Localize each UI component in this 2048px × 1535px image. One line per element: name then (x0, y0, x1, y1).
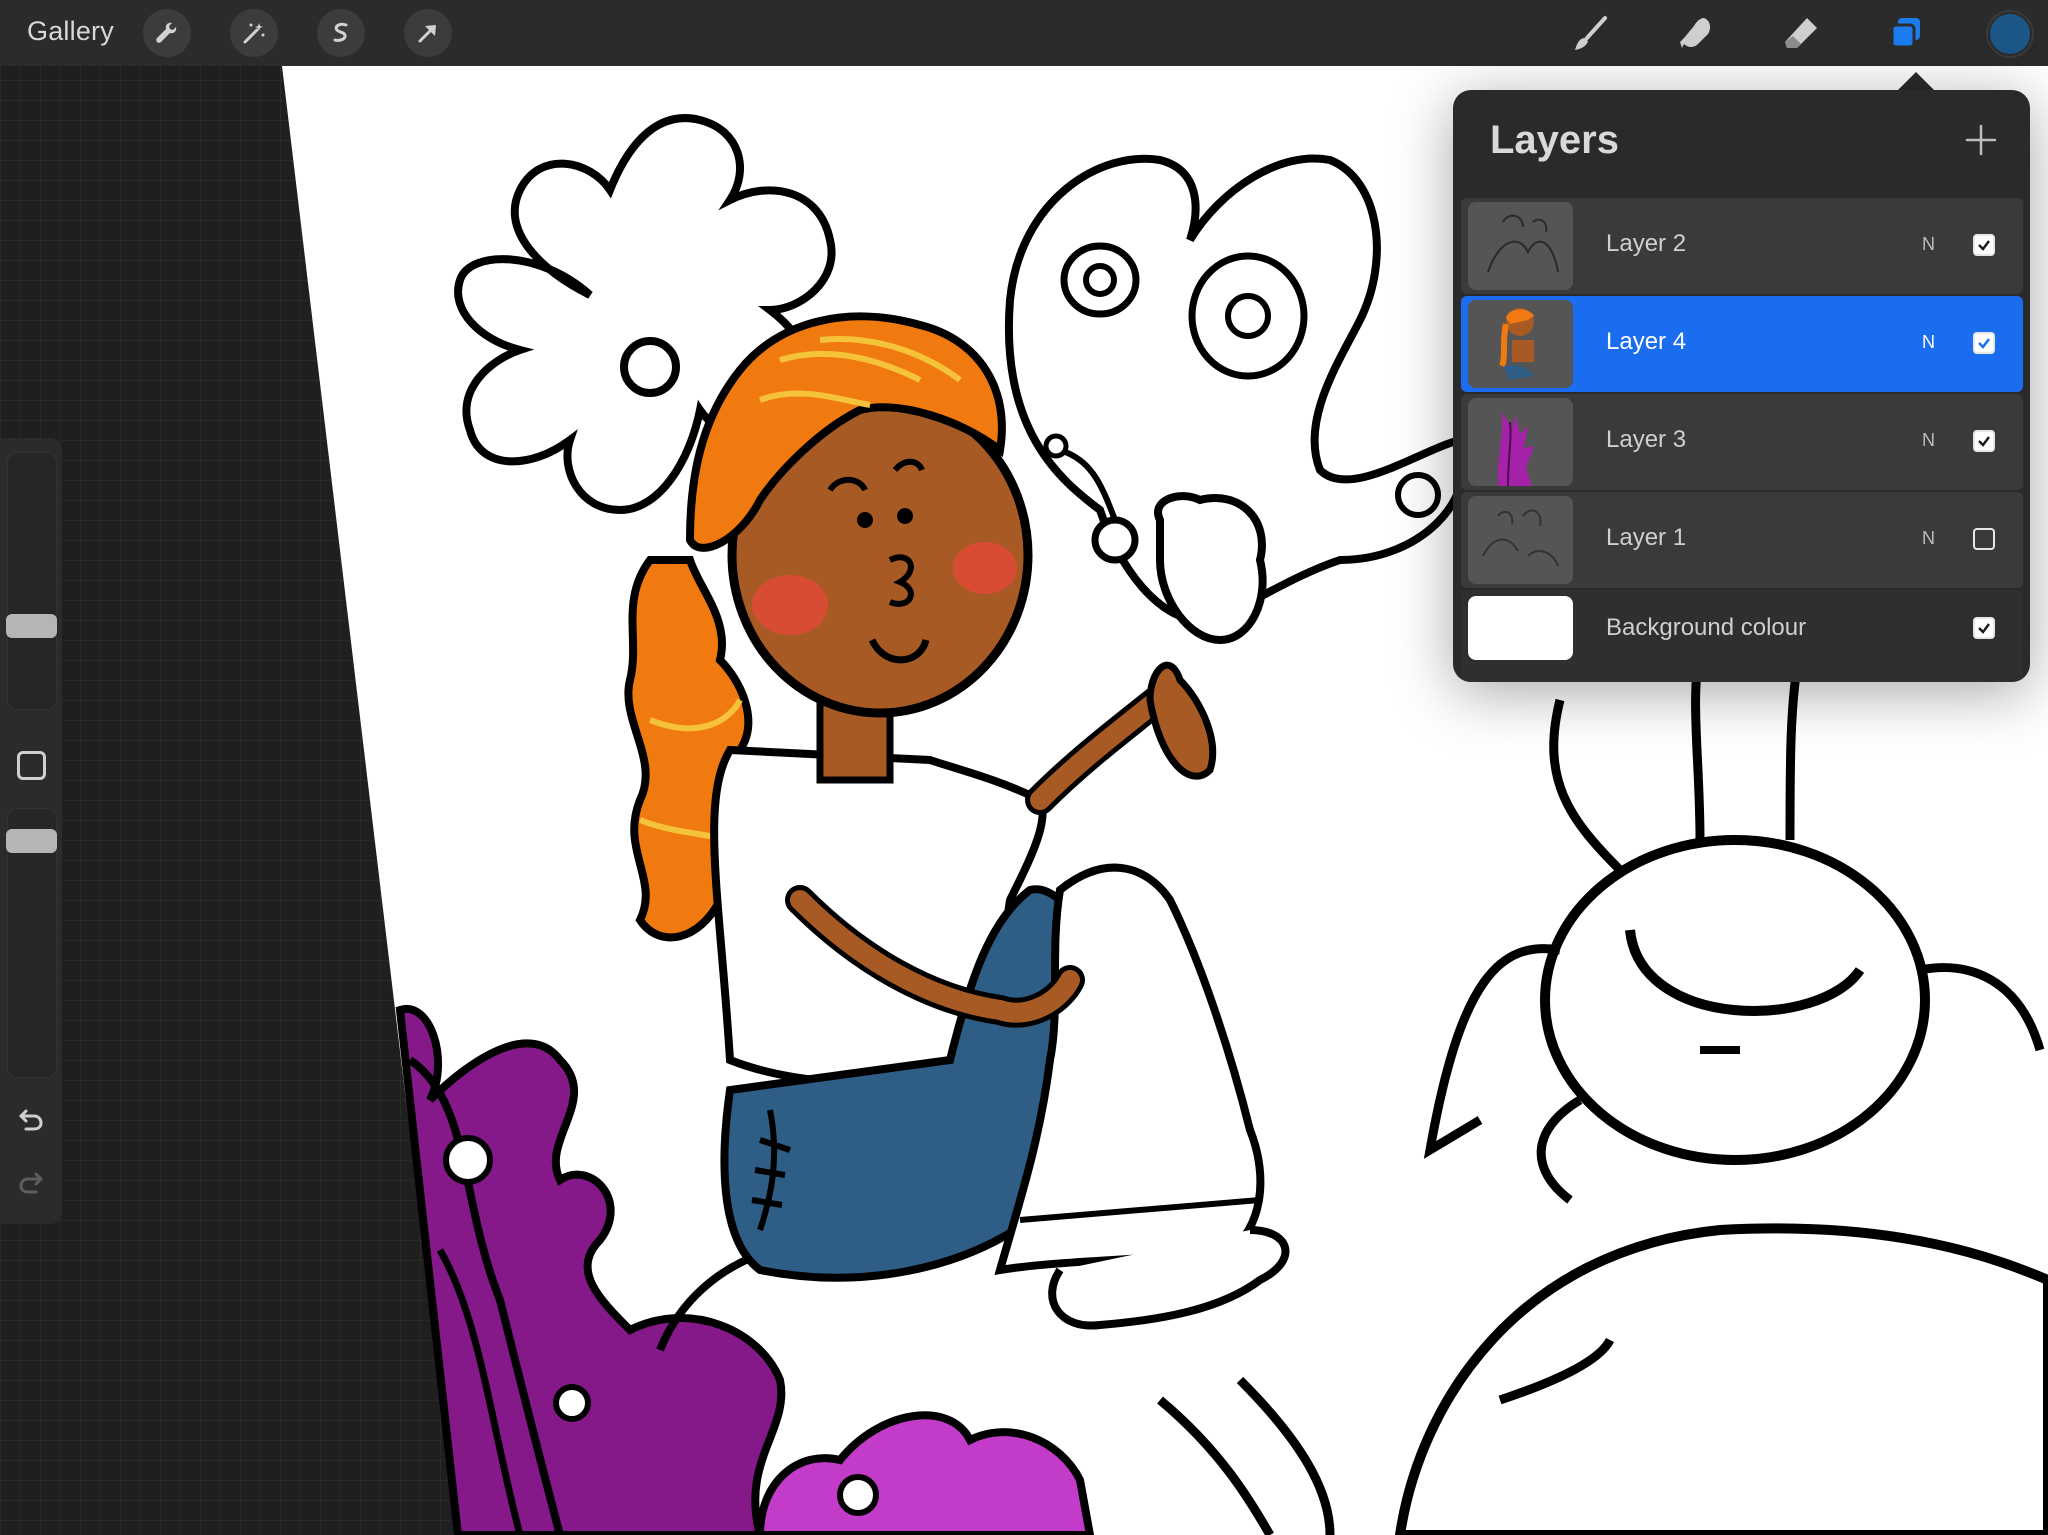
background-colour-row[interactable]: Background colour (1461, 590, 2023, 682)
layer-thumbnail (1468, 300, 1573, 388)
background-visibility-checkbox[interactable] (1973, 617, 1995, 639)
move-arrow-icon (418, 25, 436, 43)
eraser-icon (1785, 18, 1817, 48)
layer-thumbnail (1468, 496, 1573, 584)
left-sidebar (0, 438, 62, 1224)
color-picker-button[interactable] (1988, 12, 2032, 56)
layer-thumbnail (1468, 398, 1573, 486)
smudge-icon (1680, 18, 1711, 48)
plus-icon (1965, 124, 1997, 156)
brush-icon (1575, 16, 1607, 50)
redo-button[interactable] (14, 1165, 48, 1199)
layer-row-2[interactable]: Layer 2 N (1461, 198, 2023, 294)
brush-size-slider[interactable] (7, 452, 57, 710)
blend-mode-button[interactable]: N (1922, 332, 1935, 353)
layer-visibility-checkbox[interactable] (1973, 528, 1995, 550)
checkmark-icon (1978, 623, 1990, 634)
layer-name: Layer 4 (1606, 328, 1687, 355)
layer-row-4[interactable]: Layer 4 N (1461, 296, 2023, 392)
layer-thumbnail (1468, 202, 1573, 290)
layers-tool-button[interactable] (1883, 11, 1929, 57)
modify-button[interactable] (17, 751, 46, 780)
layer-row-3[interactable]: Layer 3 N (1461, 394, 2023, 490)
magic-wand-icon (243, 23, 265, 44)
selection-button[interactable] (317, 9, 365, 57)
selection-icon (333, 22, 348, 42)
layer-row-1[interactable]: Layer 1 N (1461, 492, 2023, 588)
layers-icon (1890, 18, 1920, 49)
layer-visibility-checkbox[interactable] (1973, 332, 1995, 354)
layers-popover-arrow (1896, 72, 1936, 92)
transform-button[interactable] (404, 9, 452, 57)
redo-icon (19, 1172, 43, 1194)
blend-mode-button[interactable]: N (1922, 234, 1935, 255)
layers-panel: Layers Layer 2 N Layer 4 N Layer 3 N Lay… (1453, 90, 2030, 682)
layer-visibility-checkbox[interactable] (1973, 234, 1995, 256)
adjustments-button[interactable] (230, 9, 278, 57)
layer-name: Layer 2 (1606, 230, 1687, 257)
layer-name: Layer 3 (1606, 426, 1687, 453)
eraser-tool-button[interactable] (1778, 11, 1824, 57)
checkmark-icon (1978, 436, 1990, 447)
brush-size-thumb[interactable] (6, 614, 57, 638)
checkmark-icon (1978, 338, 1990, 349)
layer-name: Layer 1 (1606, 524, 1687, 551)
undo-button[interactable] (14, 1102, 48, 1136)
smudge-tool-button[interactable] (1673, 11, 1719, 57)
checkmark-icon (1978, 240, 1990, 251)
layers-panel-title: Layers (1490, 118, 1619, 162)
brush-tool-button[interactable] (1568, 11, 1614, 57)
background-colour-swatch[interactable] (1468, 596, 1573, 660)
layer-visibility-checkbox[interactable] (1973, 430, 1995, 452)
top-toolbar: Gallery (0, 0, 2048, 66)
gallery-button[interactable]: Gallery (27, 16, 114, 47)
actions-button[interactable] (143, 9, 191, 57)
opacity-thumb[interactable] (6, 829, 57, 853)
add-layer-button[interactable] (1961, 120, 2001, 160)
layer-name: Background colour (1606, 614, 1807, 641)
undo-icon (19, 1109, 43, 1131)
blend-mode-button[interactable]: N (1922, 528, 1935, 549)
wrench-icon (156, 22, 177, 43)
blend-mode-button[interactable]: N (1922, 430, 1935, 451)
